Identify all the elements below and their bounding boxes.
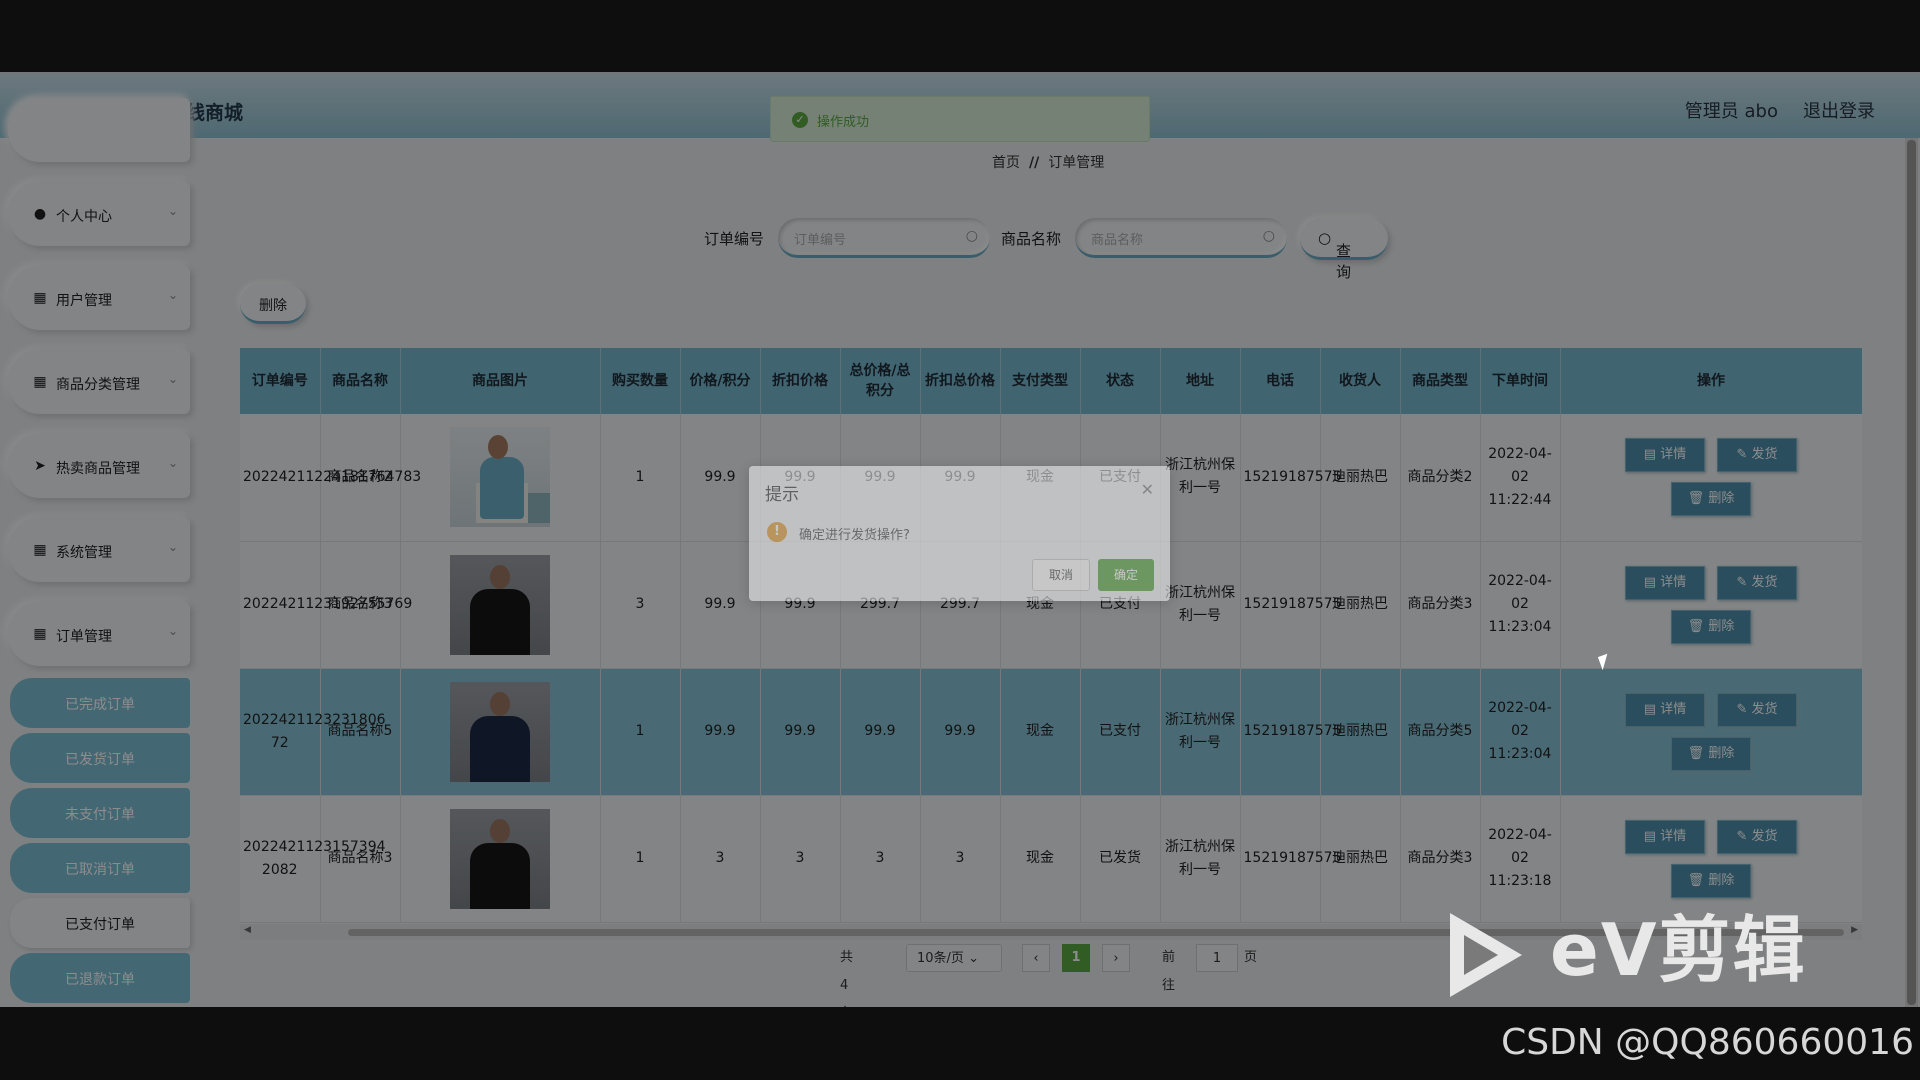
dialog-confirm-button[interactable]: 确定 bbox=[1098, 559, 1154, 591]
play-icon-inner bbox=[1464, 935, 1498, 975]
close-icon[interactable]: ✕ bbox=[1141, 480, 1154, 499]
ev-watermark-text: eV剪辑 bbox=[1550, 908, 1807, 992]
csdn-watermark: CSDN @QQ860660016 bbox=[1501, 1022, 1914, 1063]
dialog-cancel-button[interactable]: 取消 bbox=[1032, 559, 1090, 591]
confirm-dialog: 提示 ✕ ! 确定进行发货操作? 取消 确定 bbox=[749, 466, 1170, 601]
warning-icon: ! bbox=[767, 522, 787, 542]
dialog-message: 确定进行发货操作? bbox=[799, 528, 910, 543]
ev-watermark: eV剪辑 bbox=[1450, 905, 1830, 1005]
dialog-title: 提示 bbox=[765, 485, 799, 505]
video-frame-top-bar bbox=[0, 0, 1920, 72]
